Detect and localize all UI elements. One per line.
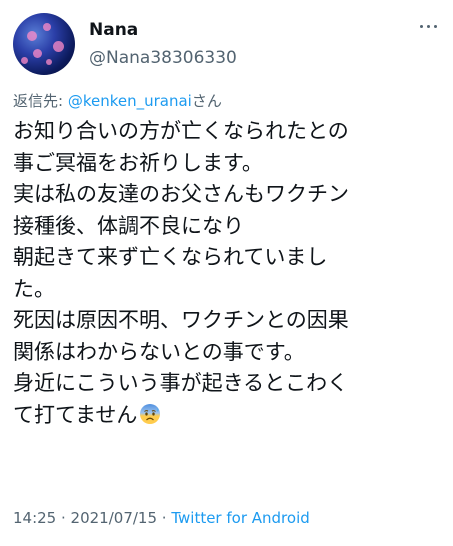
author-name[interactable]: Nana — [89, 20, 138, 40]
tweet-card: Nana @Nana38306330 返信先: @kenken_uranaiさん… — [0, 0, 453, 546]
avatar-jellyfish — [21, 57, 28, 64]
reply-context: 返信先: @kenken_uranaiさん — [13, 90, 222, 111]
meta-separator: · — [157, 509, 172, 527]
tweet-meta: 14:25 · 2021/07/15 · Twitter for Android — [13, 509, 310, 527]
reply-prefix: 返信先: — [13, 92, 68, 110]
avatar-jellyfish — [43, 23, 51, 31]
tweet-line: 接種後、体調不良になり — [13, 213, 244, 238]
tweet-line: お知り合いの方が亡くなられたとの — [13, 119, 349, 143]
reply-suffix: さん — [191, 92, 222, 110]
tweet-line-last: て打てません — [13, 400, 449, 432]
meta-separator: · — [56, 509, 71, 527]
tweet-source-link[interactable]: Twitter for Android — [171, 509, 309, 527]
tweet-date[interactable]: 2021/07/15 — [71, 509, 157, 527]
avatar-jellyfish — [46, 59, 52, 65]
avatar-jellyfish — [53, 41, 64, 52]
tweet-time[interactable]: 14:25 — [13, 509, 56, 527]
avatar-jellyfish — [27, 31, 37, 41]
author-handle[interactable]: @Nana38306330 — [89, 48, 237, 68]
tweet-line: 朝起きて来ず亡くなられていまし — [13, 245, 328, 269]
tweet-line: た。 — [13, 276, 55, 301]
avatar[interactable] — [13, 13, 75, 75]
tweet-line: 事ご冥福をお祈りします。 — [13, 150, 263, 175]
tweet-line: 実は私の友達のお父さんもワクチン — [13, 182, 349, 206]
tweet-line: 関係はわからないとの事です。 — [13, 339, 305, 364]
tweet-line: 身近にこういう事が起きるとこわく — [13, 371, 349, 395]
tweet-line: 死因は原因不明、ワクチンとの因果 — [13, 308, 349, 332]
anxious-face-with-sweat-icon — [140, 403, 161, 424]
tweet-line: て打てません — [13, 402, 138, 427]
avatar-jellyfish — [33, 49, 42, 58]
more-horizontal-icon[interactable] — [418, 20, 440, 34]
reply-mention-link[interactable]: @kenken_uranai — [68, 92, 192, 110]
tweet-text: お知り合いの方が亡くなられたとの 事ご冥福をお祈りします。 実は私の友達のお父さ… — [13, 116, 449, 431]
